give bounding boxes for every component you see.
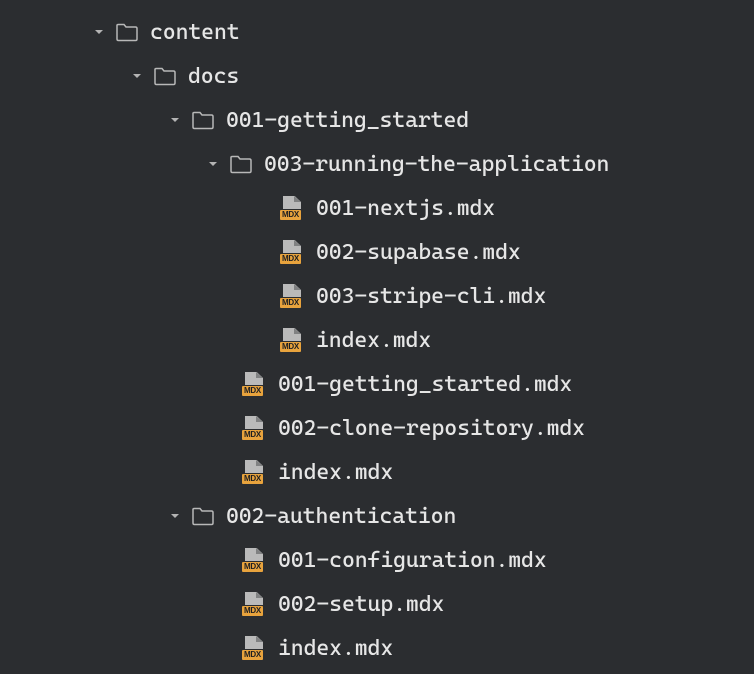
folder-label: docs (188, 64, 239, 89)
file-label: 001-getting_started.mdx (278, 372, 572, 397)
folder-label: content (150, 20, 240, 45)
tree-row[interactable]: MDX 002-setup.mdx (0, 582, 754, 626)
tree-row[interactable]: MDX index.mdx (0, 450, 754, 494)
tree-row[interactable]: MDX index.mdx (0, 626, 754, 670)
folder-label: 002-authentication (226, 504, 456, 529)
file-label: index.mdx (316, 328, 431, 353)
folder-label: 003-running-the-application (264, 152, 609, 177)
mdx-file-icon: MDX (280, 284, 306, 308)
file-label: index.mdx (278, 636, 393, 661)
file-label: 002-clone-repository.mdx (278, 416, 585, 441)
tree-row[interactable]: MDX 001-getting_started.mdx (0, 362, 754, 406)
tree-row[interactable]: docs (0, 54, 754, 98)
tree-row[interactable]: 001-getting_started (0, 98, 754, 142)
tree-row[interactable]: 003-running-the-application (0, 142, 754, 186)
file-label: 001-nextjs.mdx (316, 196, 495, 221)
folder-label: 001-getting_started (226, 108, 469, 133)
tree-row[interactable]: MDX 003-stripe-cli.mdx (0, 274, 754, 318)
folder-icon (152, 65, 178, 87)
chevron-down-icon[interactable] (204, 155, 222, 173)
tree-row[interactable]: MDX 002-clone-repository.mdx (0, 406, 754, 450)
tree-row[interactable]: MDX 001-configuration.mdx (0, 538, 754, 582)
chevron-down-icon[interactable] (90, 23, 108, 41)
mdx-file-icon: MDX (242, 416, 268, 440)
folder-icon (114, 21, 140, 43)
file-label: 002-supabase.mdx (316, 240, 521, 265)
file-label: 001-configuration.mdx (278, 548, 547, 573)
mdx-file-icon: MDX (242, 372, 268, 396)
folder-icon (190, 109, 216, 131)
tree-row[interactable]: content (0, 10, 754, 54)
mdx-file-icon: MDX (280, 328, 306, 352)
file-label: 003-stripe-cli.mdx (316, 284, 546, 309)
mdx-file-icon: MDX (242, 548, 268, 572)
mdx-file-icon: MDX (242, 592, 268, 616)
mdx-file-icon: MDX (280, 196, 306, 220)
mdx-file-icon: MDX (280, 240, 306, 264)
file-tree: content docs 001-getting_started 003-runnin… (0, 10, 754, 670)
mdx-file-icon: MDX (242, 636, 268, 660)
chevron-down-icon[interactable] (128, 67, 146, 85)
tree-row[interactable]: MDX 001-nextjs.mdx (0, 186, 754, 230)
file-label: 002-setup.mdx (278, 592, 444, 617)
mdx-file-icon: MDX (242, 460, 268, 484)
tree-row[interactable]: 002-authentication (0, 494, 754, 538)
folder-icon (190, 505, 216, 527)
tree-row[interactable]: MDX index.mdx (0, 318, 754, 362)
folder-icon (228, 153, 254, 175)
file-label: index.mdx (278, 460, 393, 485)
tree-row[interactable]: MDX 002-supabase.mdx (0, 230, 754, 274)
chevron-down-icon[interactable] (166, 507, 184, 525)
chevron-down-icon[interactable] (166, 111, 184, 129)
